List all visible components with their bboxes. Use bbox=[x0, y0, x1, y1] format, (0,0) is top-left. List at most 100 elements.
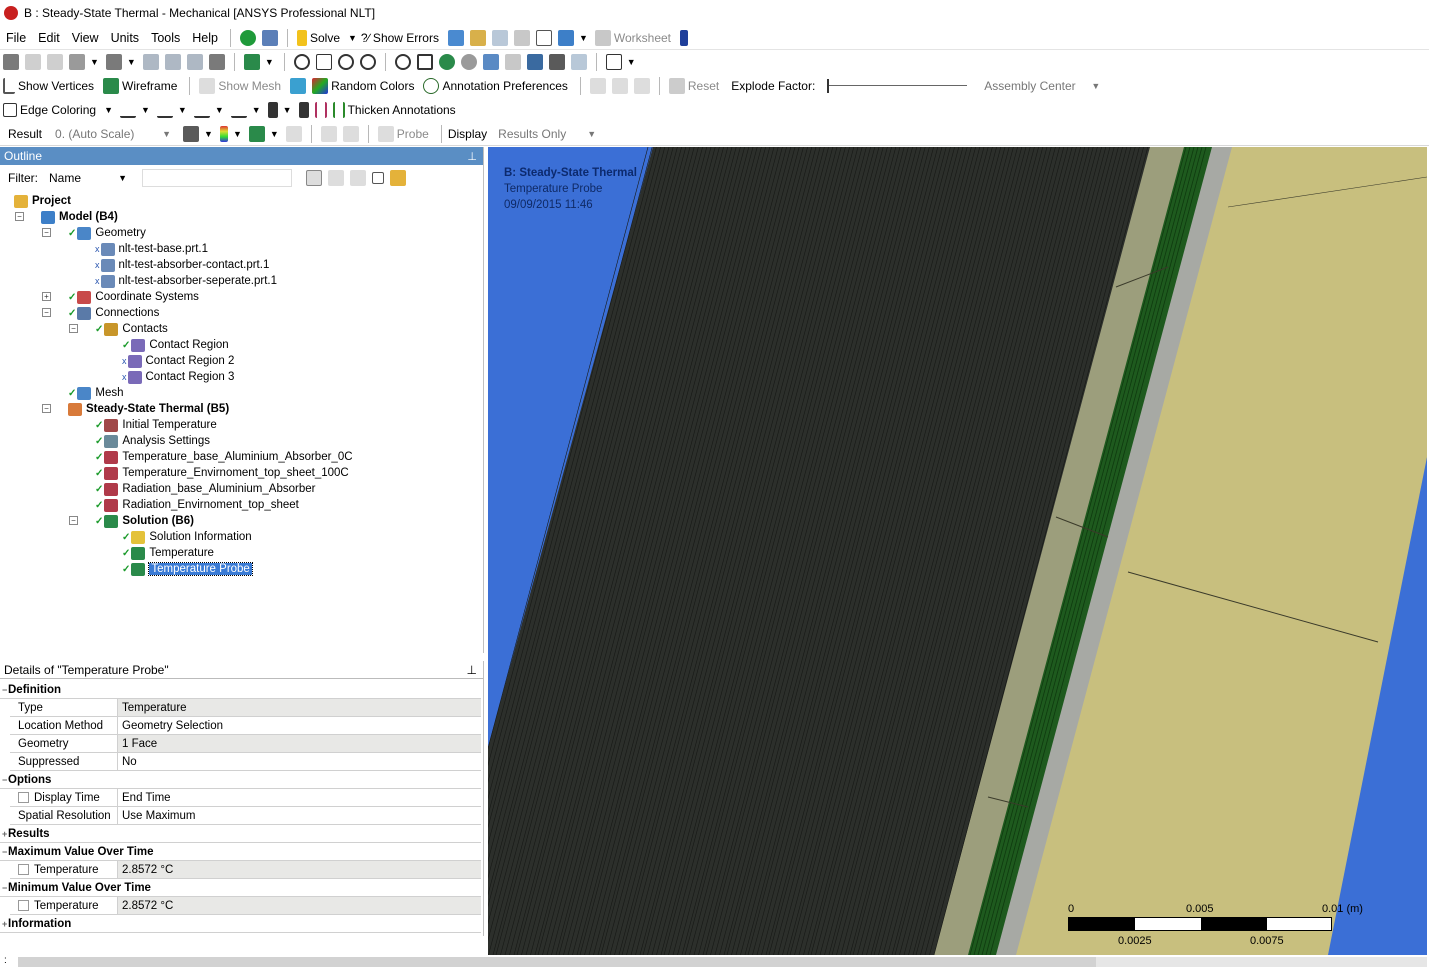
tree-node[interactable]: ✓ Radiation_Envirnoment_top_sheet bbox=[95, 497, 299, 513]
chevron-down-icon[interactable]: ▼ bbox=[348, 33, 357, 43]
collapse-icon[interactable]: − bbox=[2, 847, 7, 857]
chevron-down-icon[interactable]: ▼ bbox=[141, 105, 150, 115]
min-label-icon[interactable] bbox=[342, 125, 359, 142]
menu-units[interactable]: Units bbox=[105, 31, 145, 45]
select-mode-icon[interactable] bbox=[69, 54, 85, 70]
clear-filter-icon[interactable] bbox=[328, 170, 344, 186]
details-value[interactable]: 2.8572 °C bbox=[118, 897, 481, 914]
details-value[interactable]: 1 Face bbox=[118, 735, 481, 752]
tag-icon[interactable] bbox=[570, 54, 587, 70]
show-vertices-button[interactable]: Show Vertices bbox=[18, 79, 94, 93]
details-value[interactable]: No bbox=[118, 753, 481, 770]
details-row[interactable]: Spatial Resolution Use Maximum bbox=[10, 807, 481, 825]
face-select-icon[interactable] bbox=[186, 54, 203, 70]
solve-button[interactable]: Solve bbox=[310, 31, 340, 45]
details-row[interactable]: Location Method Geometry Selection bbox=[10, 717, 481, 735]
assembly-center-select[interactable]: Assembly Center ▼ bbox=[979, 77, 1109, 95]
chevron-down-icon[interactable]: ▼ bbox=[627, 57, 636, 67]
points-icon[interactable] bbox=[47, 54, 63, 70]
details-row[interactable]: Display Time End Time bbox=[10, 789, 481, 807]
edge-style-4-icon[interactable] bbox=[230, 102, 247, 118]
scrollbar-thumb[interactable] bbox=[18, 957, 1096, 967]
thicken-annotations-button[interactable]: Thicken Annotations bbox=[348, 103, 456, 117]
details-value[interactable]: End Time bbox=[118, 789, 481, 806]
collapse-icon[interactable]: − bbox=[69, 516, 78, 525]
edges-display-icon[interactable] bbox=[248, 125, 265, 142]
table-icon[interactable] bbox=[447, 29, 464, 46]
pin-icon[interactable]: ⊥ bbox=[467, 150, 477, 163]
menu-edit[interactable]: Edit bbox=[32, 31, 66, 45]
chart-icon[interactable] bbox=[491, 29, 508, 46]
vector-icon[interactable] bbox=[285, 125, 302, 142]
edge-thick-icon[interactable] bbox=[267, 102, 278, 118]
iso-view-icon[interactable] bbox=[482, 54, 499, 70]
show-errors-button[interactable]: ?∕ Show Errors bbox=[361, 31, 439, 45]
zoom-in-icon[interactable] bbox=[438, 54, 455, 70]
chevron-down-icon[interactable]: ▼ bbox=[233, 129, 242, 139]
display-select[interactable]: Results Only ▼ bbox=[493, 125, 605, 143]
vertex-select-icon[interactable] bbox=[142, 54, 159, 70]
chevron-down-icon[interactable]: ▼ bbox=[283, 105, 292, 115]
expand-all-icon[interactable] bbox=[372, 172, 384, 184]
collapse-icon[interactable]: − bbox=[69, 324, 78, 333]
result-scale-select[interactable]: 0. (Auto Scale) ▼ bbox=[50, 125, 180, 143]
explode-icon[interactable] bbox=[668, 78, 685, 94]
probe-button[interactable]: Probe bbox=[397, 127, 429, 141]
chevron-down-icon[interactable]: ▼ bbox=[265, 57, 274, 67]
chevron-down-icon[interactable]: ▼ bbox=[204, 129, 213, 139]
tree-node[interactable]: x Contact Region 3 bbox=[122, 369, 234, 385]
edge-pin-icon[interactable] bbox=[298, 102, 309, 118]
tree-node[interactable]: ✓ Temperature_base_Aluminium_Absorber_0C bbox=[95, 449, 353, 465]
details-row[interactable]: Geometry 1 Face bbox=[10, 735, 481, 753]
tree-node[interactable]: ✓ Contact Region bbox=[122, 337, 229, 353]
zoom-window-icon[interactable] bbox=[416, 54, 433, 70]
details-row[interactable]: Temperature 2.8572 °C bbox=[10, 861, 481, 879]
chevron-down-icon[interactable]: ▼ bbox=[252, 105, 261, 115]
tree-node[interactable]: ✓ Temperature_Envirnoment_top_sheet_100C bbox=[95, 465, 349, 481]
tree-node[interactable]: ✓ Analysis Settings bbox=[95, 433, 210, 449]
contour-icon[interactable] bbox=[219, 125, 228, 142]
chevron-down-icon[interactable]: ▼ bbox=[579, 33, 588, 43]
random-colors-button[interactable]: Random Colors bbox=[331, 79, 414, 93]
menu-file[interactable]: File bbox=[0, 31, 32, 45]
check-icon[interactable] bbox=[239, 29, 256, 46]
rotate-icon[interactable] bbox=[293, 54, 310, 70]
tree-node[interactable]: ✓ Temperature bbox=[122, 545, 214, 561]
folder-icon[interactable] bbox=[390, 170, 406, 186]
collapse-icon[interactable]: − bbox=[42, 228, 51, 237]
tree-node[interactable]: ✓ Solution Information bbox=[122, 529, 252, 545]
pan-icon[interactable] bbox=[315, 54, 332, 70]
explode-z-icon[interactable] bbox=[633, 78, 650, 94]
details-row[interactable]: Suppressed No bbox=[10, 753, 481, 771]
update-icon[interactable] bbox=[261, 29, 278, 46]
tree-node[interactable]: ✓ Coordinate Systems bbox=[68, 289, 199, 305]
details-row[interactable]: Temperature 2.8572 °C bbox=[10, 897, 481, 915]
parameter-checkbox[interactable] bbox=[18, 792, 29, 803]
menu-view[interactable]: View bbox=[66, 31, 105, 45]
zoom-fit-icon[interactable] bbox=[394, 54, 411, 70]
random-colors-star-icon[interactable] bbox=[290, 78, 307, 94]
wireframe-button[interactable]: Wireframe bbox=[122, 79, 177, 93]
cursor-icon[interactable] bbox=[105, 54, 122, 70]
collapse-icon[interactable]: − bbox=[42, 404, 51, 413]
details-group-header[interactable]: − Maximum Value Over Time bbox=[0, 843, 481, 861]
tree-node[interactable]: ✓ Temperature Probe bbox=[122, 561, 253, 577]
thin-annotation-icon[interactable] bbox=[314, 102, 327, 118]
scroll-left-icon[interactable]: : bbox=[4, 955, 7, 966]
details-value[interactable]: Temperature bbox=[118, 699, 481, 716]
details-group-header[interactable]: − Options bbox=[0, 771, 481, 789]
edge-style-2-icon[interactable] bbox=[156, 102, 173, 118]
next-view-icon[interactable] bbox=[526, 54, 543, 70]
cube-icon[interactable] bbox=[243, 54, 260, 70]
show-mesh-button[interactable]: Show Mesh bbox=[218, 79, 281, 93]
edge-select-icon[interactable] bbox=[164, 54, 181, 70]
filter-input[interactable] bbox=[142, 169, 292, 187]
collapse-icon[interactable]: − bbox=[2, 883, 7, 893]
geometry-display-icon[interactable] bbox=[183, 125, 200, 142]
expand-icon[interactable]: + bbox=[2, 919, 7, 929]
details-value[interactable]: Geometry Selection bbox=[118, 717, 481, 734]
image-icon[interactable] bbox=[557, 29, 574, 46]
graphics-viewport[interactable]: B: Steady-State Thermal Temperature Prob… bbox=[488, 147, 1427, 955]
sketch-icon[interactable] bbox=[25, 54, 41, 70]
chevron-down-icon[interactable]: ▼ bbox=[104, 105, 113, 115]
